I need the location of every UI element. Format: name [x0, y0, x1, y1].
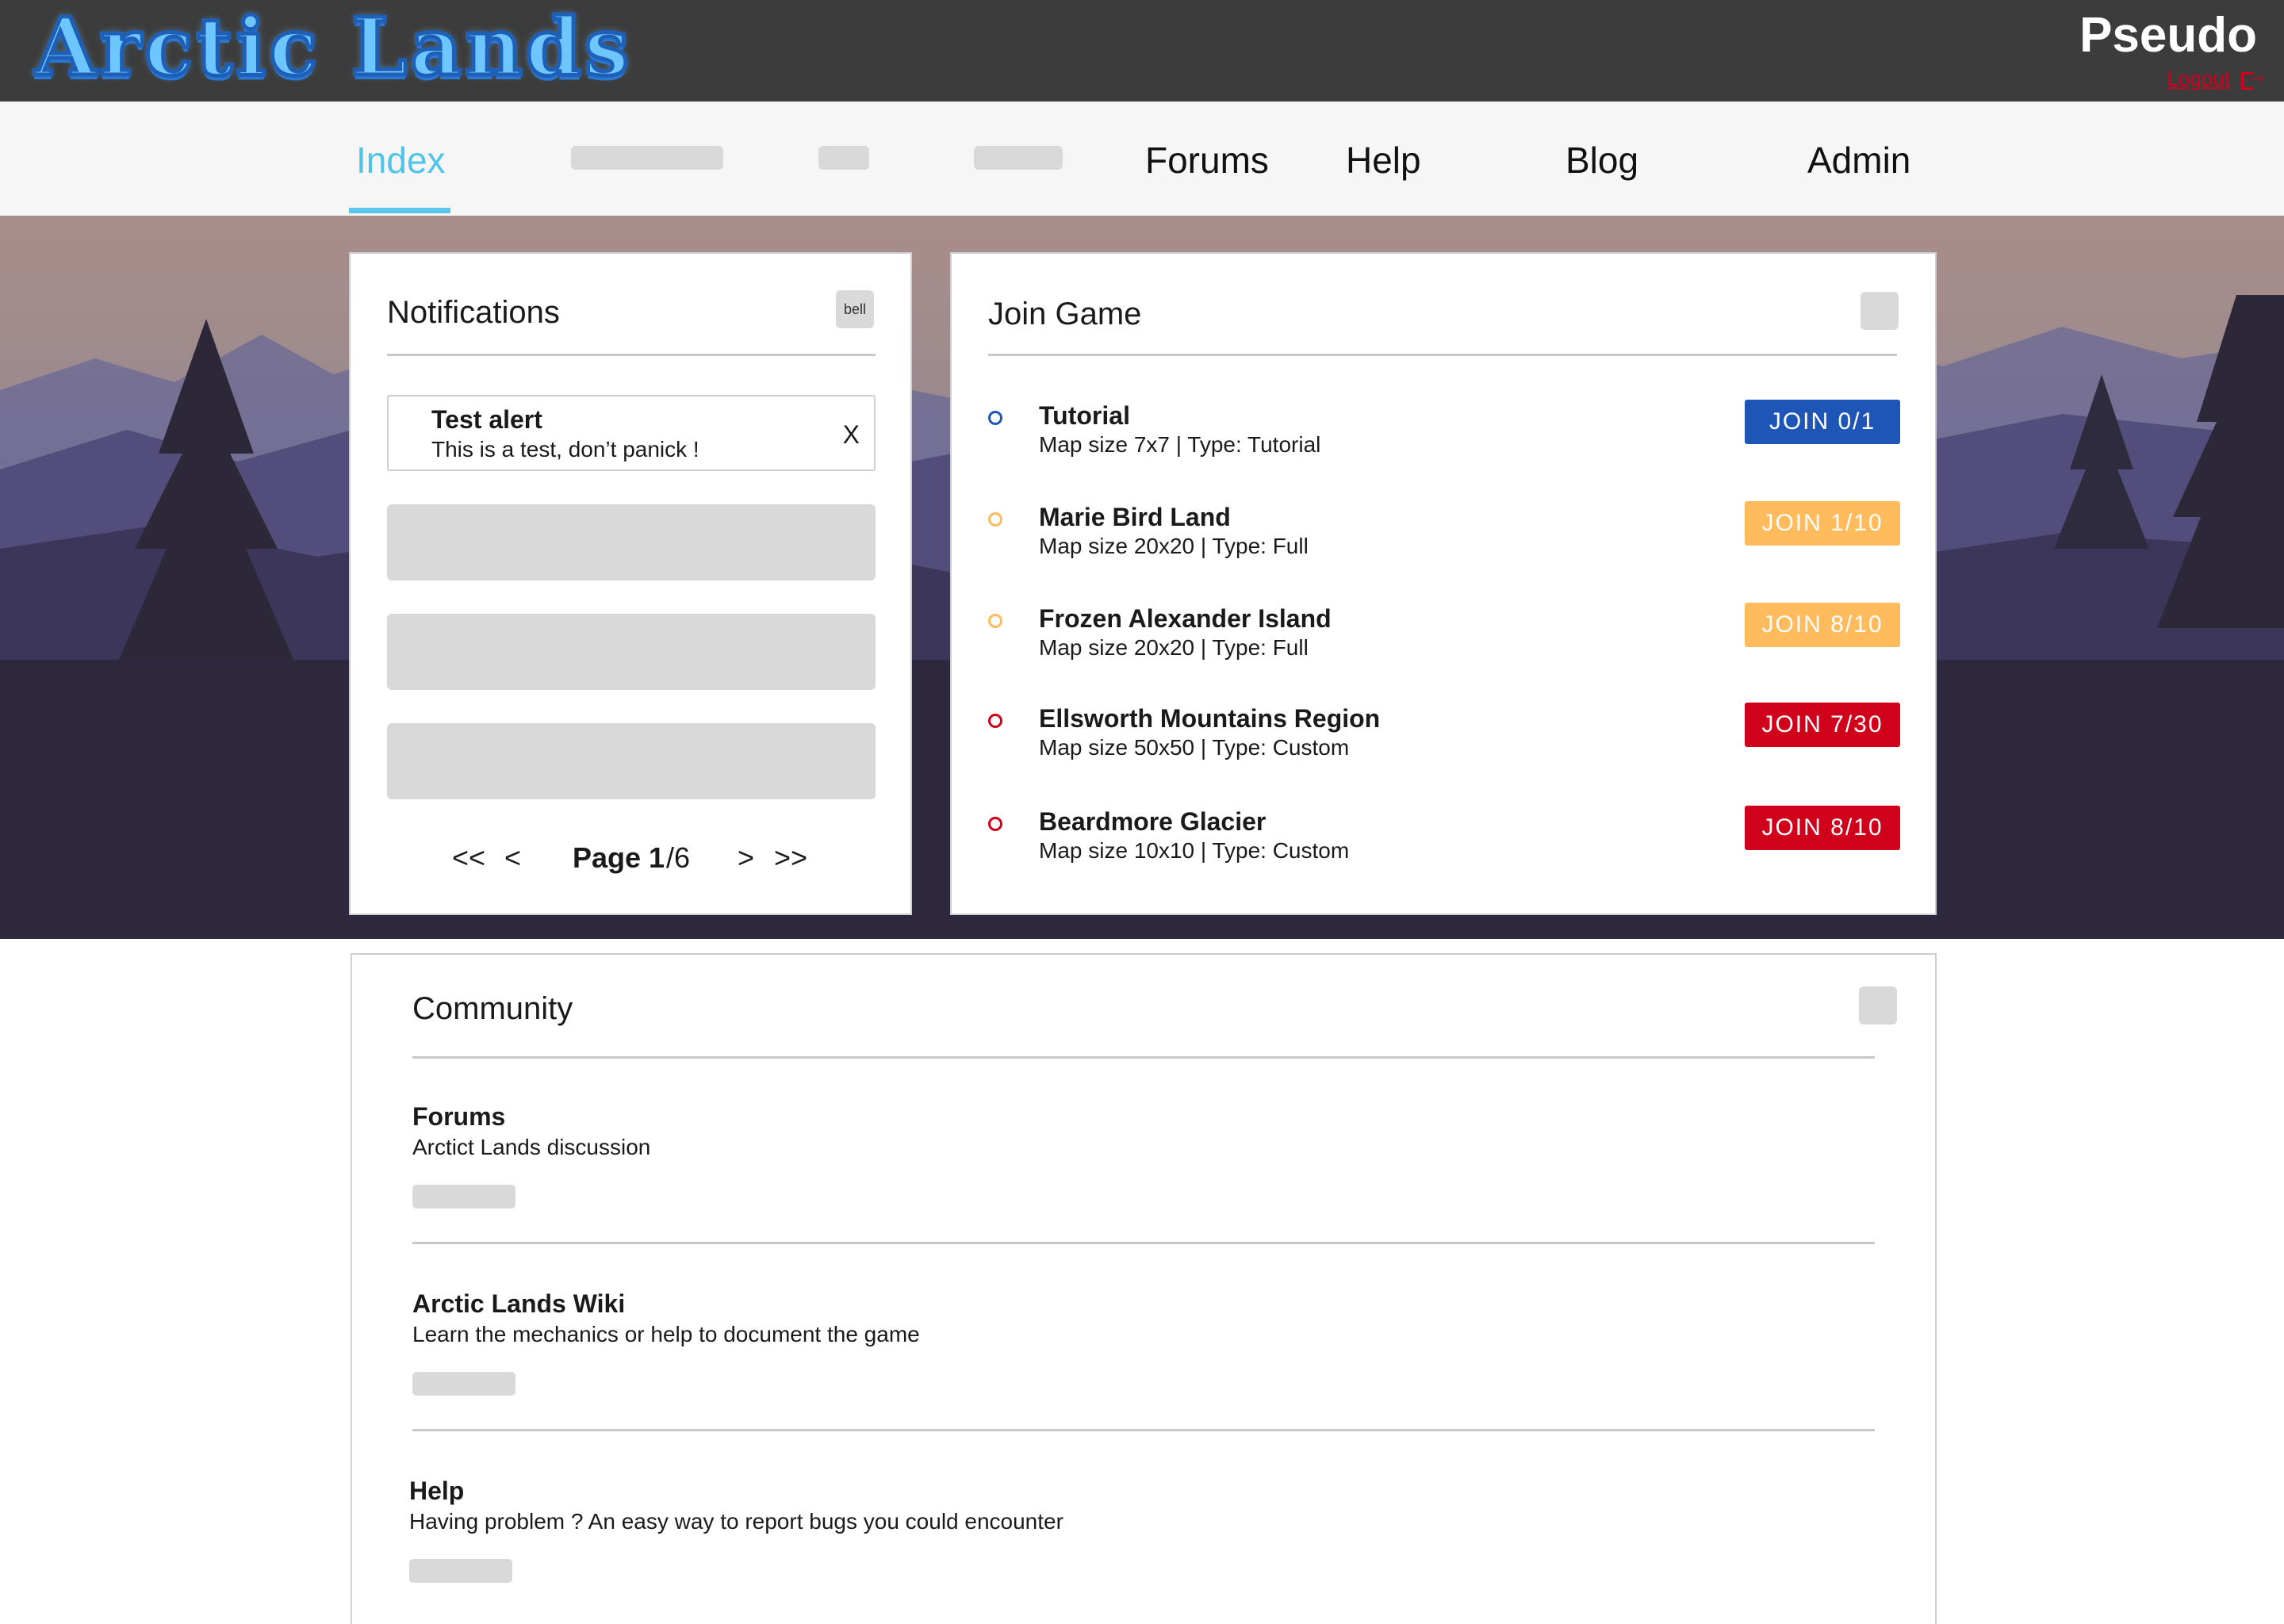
nav-item-placeholder[interactable] [974, 146, 1063, 170]
join-button[interactable]: JOIN 0/1 [1745, 400, 1900, 444]
nav-item-blog[interactable]: Blog [1565, 138, 1638, 182]
game-row: Marie Bird Land Map size 20x20 | Type: Fu… [952, 501, 1940, 580]
community-item-placeholder[interactable] [412, 1372, 515, 1396]
game-name: Beardmore Glacier [1039, 807, 1267, 836]
pagination: << < Page 1 /6 > >> [351, 841, 910, 880]
game-row: Tutorial Map size 7x7 | Type: Tutorial JOI… [952, 400, 1940, 479]
logo[interactable]: Arctic Lands [33, 2, 632, 93]
logout-label[interactable]: Logout [2167, 67, 2230, 91]
divider [412, 1056, 1875, 1059]
game-name: Tutorial [1039, 401, 1130, 430]
logout-icon[interactable] [2241, 63, 2268, 90]
notification-text: This is a test, don’t panick ! [431, 437, 699, 462]
community-item-title[interactable]: Forums [412, 1101, 505, 1132]
nav-item-admin[interactable]: Admin [1807, 138, 1910, 182]
next-page-button[interactable]: > [738, 841, 754, 875]
community-title: Community [412, 991, 573, 1026]
nav-item-index[interactable]: Index [356, 138, 446, 182]
community-item-placeholder[interactable] [412, 1185, 515, 1208]
nav-item-forums[interactable]: Forums [1145, 138, 1269, 182]
game-info: Map size 20x20 | Type: Full [1039, 635, 1309, 660]
game-info: Map size 20x20 | Type: Full [1039, 534, 1309, 558]
status-dot-icon [988, 512, 1002, 527]
panel-action-placeholder[interactable] [1859, 986, 1897, 1025]
first-page-button[interactable]: << [452, 841, 485, 875]
join-game-panel: Join Game Tutorial Map size 7x7 | Type: T… [950, 252, 1937, 915]
community-item-desc: Arctict Lands discussion [412, 1135, 651, 1159]
notifications-panel: Notifications bell Test alert This is a … [349, 252, 912, 915]
nav-item-help[interactable]: Help [1346, 138, 1421, 182]
notification-title: Test alert [431, 405, 542, 434]
current-page: 1 [649, 841, 665, 874]
panel-action-placeholder[interactable] [1861, 292, 1899, 330]
main-nav: Index Forums Help Blog Admin [0, 102, 2284, 216]
join-button[interactable]: JOIN 8/10 [1745, 603, 1900, 647]
community-item-placeholder[interactable] [409, 1559, 512, 1583]
game-row: Ellsworth Mountains Region Map size 50x50… [952, 703, 1940, 782]
community-panel: Community Forums Arctict Lands discussio… [351, 953, 1937, 1624]
notification-placeholder [387, 614, 876, 690]
prev-page-button[interactable]: < [504, 841, 521, 875]
page-label: Page [573, 841, 642, 874]
divider [412, 1242, 1875, 1244]
divider [387, 354, 876, 356]
game-info: Map size 50x50 | Type: Custom [1039, 735, 1350, 760]
status-dot-icon [988, 614, 1002, 628]
notification-placeholder [387, 723, 876, 799]
game-row: Frozen Alexander Island Map size 20x20 | … [952, 603, 1940, 682]
status-dot-icon [988, 411, 1002, 425]
join-button[interactable]: JOIN 1/10 [1745, 501, 1900, 546]
game-name: Frozen Alexander Island [1039, 604, 1332, 633]
community-item-desc: Learn the mechanics or help to document … [412, 1322, 920, 1346]
status-dot-icon [988, 817, 1002, 831]
nav-item-placeholder[interactable] [818, 146, 869, 170]
notification-placeholder [387, 504, 876, 580]
notifications-title: Notifications [387, 295, 560, 330]
community-item-title[interactable]: Arctic Lands Wiki [412, 1288, 625, 1320]
notification-item[interactable]: Test alert This is a test, don’t panick … [387, 395, 876, 471]
community-item-desc: Having problem ? An easy way to report b… [409, 1509, 1063, 1534]
total-pages: /6 [666, 841, 691, 874]
nav-active-indicator [349, 208, 450, 213]
username[interactable]: Pseudo [2079, 8, 2257, 63]
game-info: Map size 7x7 | Type: Tutorial [1039, 432, 1321, 457]
bell-icon[interactable]: bell [836, 290, 874, 328]
game-name: Ellsworth Mountains Region [1039, 704, 1381, 733]
community-item-title[interactable]: Help [409, 1475, 464, 1507]
divider [412, 1429, 1875, 1431]
close-icon[interactable]: X [843, 420, 860, 449]
nav-item-placeholder[interactable] [571, 146, 723, 170]
last-page-button[interactable]: >> [774, 841, 807, 875]
game-name: Marie Bird Land [1039, 503, 1231, 531]
join-button[interactable]: JOIN 8/10 [1745, 806, 1900, 850]
game-row: Beardmore Glacier Map size 10x10 | Type: … [952, 806, 1940, 885]
join-game-title: Join Game [988, 297, 1142, 331]
top-bar: Arctic Lands Pseudo Logout [0, 0, 2284, 102]
divider [988, 354, 1897, 356]
join-button[interactable]: JOIN 7/30 [1745, 703, 1900, 747]
status-dot-icon [988, 714, 1002, 728]
logout-link[interactable]: Logout [2167, 63, 2268, 91]
game-info: Map size 10x10 | Type: Custom [1039, 838, 1350, 863]
